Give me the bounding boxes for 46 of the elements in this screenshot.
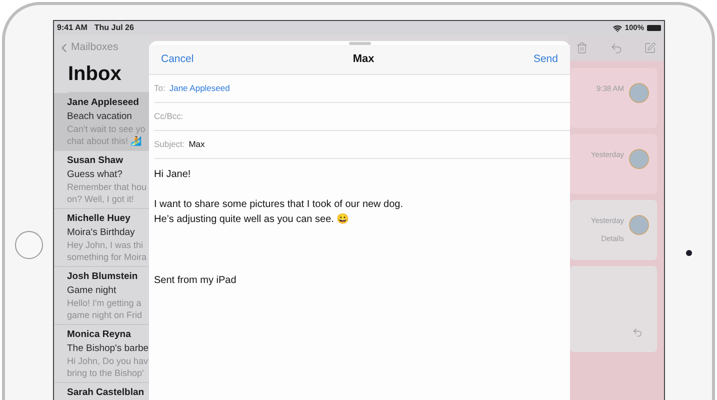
compose-title: Max xyxy=(352,52,374,68)
sender-name: Monica Reyna xyxy=(67,328,132,342)
home-button[interactable] xyxy=(15,231,43,259)
body-text: He’s adjusting quite well as you can see. 😀 xyxy=(154,212,349,227)
mail-preview: Can't wait to see yo xyxy=(67,123,146,135)
status-time: 9:41 AM xyxy=(57,22,88,34)
header-field[interactable]: Subject: Max xyxy=(154,131,570,159)
wifi-icon xyxy=(612,24,622,32)
body-text: I want to share some pictures that I took of our new dog. xyxy=(154,198,404,212)
field-value: Max xyxy=(188,138,205,151)
signature-text: Sent from my iPad xyxy=(154,274,236,288)
mail-preview: on? Well, I got it! xyxy=(67,193,135,205)
header-field[interactable]: To: Jane Appleseed xyxy=(154,75,570,103)
field-label: Cc/Bcc: xyxy=(154,110,184,123)
sender-name: Michelle Huey xyxy=(67,212,132,226)
sender-name: Jane Appleseed xyxy=(67,96,140,110)
reply-icon[interactable] xyxy=(632,327,643,338)
reply-icon[interactable] xyxy=(610,42,622,54)
mail-preview: Hello! I'm getting a xyxy=(67,297,142,309)
mail-subject: Game night xyxy=(67,284,118,297)
sender-name: Sarah Castelblan xyxy=(67,386,146,400)
mail-list-item[interactable]: Jane Appleseed Beach vacation Can't wait to see yo chat about this! 🏄 xyxy=(54,93,149,151)
mail-preview: Remember that hou xyxy=(67,181,148,193)
trash-icon[interactable] xyxy=(576,42,588,54)
mail-preview: bring to the Bishop' xyxy=(67,367,145,379)
mail-preview: game night on Frid xyxy=(67,309,144,321)
cancel-button[interactable]: Cancel xyxy=(161,52,194,68)
field-value: Jane Appleseed xyxy=(169,82,230,95)
mail-subject: The Bishop's barbe xyxy=(67,342,149,355)
send-button[interactable]: Send xyxy=(533,52,558,68)
mail-preview: Hey John, I was thi xyxy=(67,239,144,251)
mail-preview: Hi John, Do you hav xyxy=(67,355,149,367)
mail-preview: something for Moira xyxy=(67,251,148,263)
mail-subject: Moira's Birthday xyxy=(67,226,136,239)
field-label: Subject: xyxy=(154,138,185,151)
field-label: To: xyxy=(154,82,166,95)
sender-name: Susan Shaw xyxy=(67,154,124,168)
mail-subject: Beach vacation xyxy=(67,110,133,123)
body-text: Hi Jane! xyxy=(154,168,191,182)
battery-icon xyxy=(647,25,661,31)
sender-name: Josh Blumstein xyxy=(67,270,139,284)
mail-preview: chat about this! 🏄 xyxy=(67,135,143,147)
status-date: Thu Jul 26 xyxy=(94,22,134,34)
mail-subject: Guess what? xyxy=(67,168,124,181)
compose-icon[interactable] xyxy=(644,42,656,54)
sheet-grabber[interactable] xyxy=(348,42,370,45)
